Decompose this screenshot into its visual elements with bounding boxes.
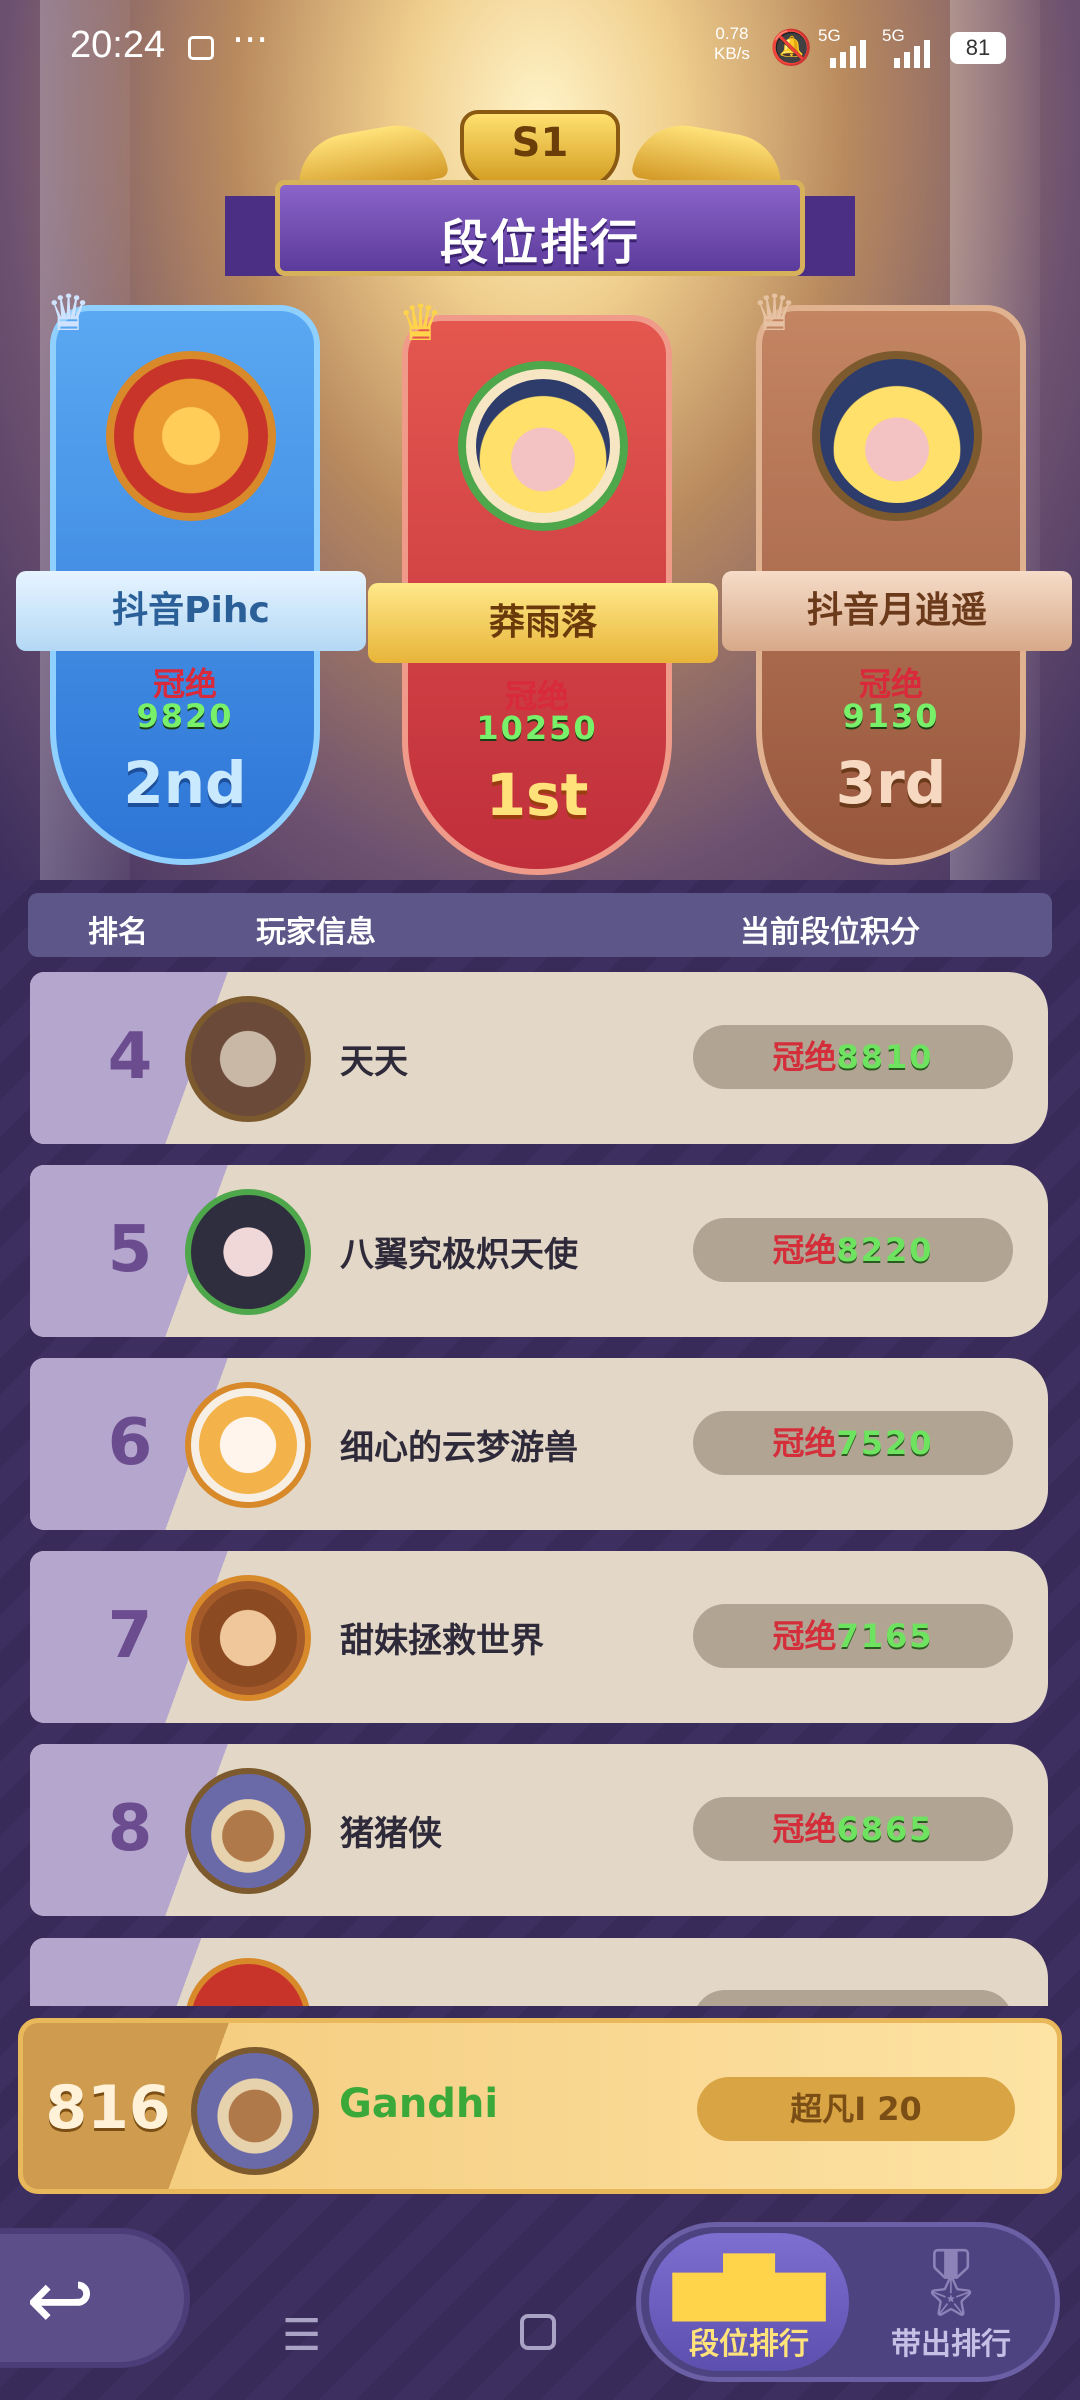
score-pill: 冠绝8220 xyxy=(693,1218,1013,1282)
player-name: 天天 xyxy=(340,1042,408,1082)
podium-first[interactable]: ♛ 莽雨落 冠绝 10250 1st xyxy=(368,298,718,875)
back-button[interactable]: ↩ xyxy=(0,2228,190,2368)
rank-number: 8 xyxy=(107,1792,153,1866)
table-row-partial[interactable] xyxy=(30,1938,1048,2006)
title-banner: S1 段位排行 xyxy=(215,100,865,300)
avatar xyxy=(458,361,628,531)
mute-icon: 🔕 xyxy=(770,28,813,68)
avatar xyxy=(185,996,311,1122)
table-row[interactable]: 8 猪猪侠 冠绝6865 xyxy=(30,1744,1048,1916)
score-value: 10250 xyxy=(476,709,598,747)
podium-third[interactable]: ♛ 抖音月逍遥 冠绝 9130 3rd xyxy=(722,288,1072,865)
avatar xyxy=(191,2047,319,2175)
tab-carry-out-rank[interactable]: 🎖 带出排行 xyxy=(851,2233,1051,2371)
tab-rank[interactable]: ▅▇▅ 段位排行 xyxy=(649,2233,849,2371)
podium-second[interactable]: ♛ 抖音Pihc 冠绝 9820 2nd xyxy=(16,288,366,865)
tier-label: 冠绝 xyxy=(772,1810,837,1848)
tab-label: 带出排行 xyxy=(891,2327,1011,2362)
score-value: 9820 xyxy=(136,697,234,735)
player-name: 猪猪侠 xyxy=(340,1814,442,1854)
rank-number: 6 xyxy=(107,1406,153,1480)
score-value: 8810 xyxy=(836,1038,934,1076)
table-row[interactable]: 7 甜妹拯救世界 冠绝7165 xyxy=(30,1551,1048,1723)
score-value: 9130 xyxy=(842,697,940,735)
avatar xyxy=(185,1768,311,1894)
place-label: 1st xyxy=(485,761,589,829)
signal-icon: 5G xyxy=(882,26,942,68)
score-pill: 冠绝7165 xyxy=(693,1604,1013,1668)
col-rank-header: 排名 xyxy=(88,915,148,950)
nav-menu-icon[interactable]: ☰ xyxy=(282,2310,321,2361)
player-name: 抖音Pihc xyxy=(16,571,366,651)
score-value: 7520 xyxy=(836,1424,934,1462)
tier-label: 冠绝 xyxy=(772,1424,837,1462)
score-pill: 冠绝6865 xyxy=(693,1797,1013,1861)
status-time: 20:24 xyxy=(70,24,166,66)
avatar xyxy=(812,351,982,521)
col-player-header: 玩家信息 xyxy=(256,915,376,950)
my-rank-number: 816 xyxy=(45,2073,171,2143)
score-value: 7165 xyxy=(836,1617,934,1655)
score-pill: 冠绝8810 xyxy=(693,1025,1013,1089)
net-speed-unit: KB/s xyxy=(714,44,750,63)
crown-bronze-icon: ♛ xyxy=(752,284,797,342)
back-arrow-icon: ↩ xyxy=(26,2253,95,2348)
avatar xyxy=(185,1189,311,1315)
player-name: 八翼究极炽天使 xyxy=(340,1235,578,1275)
my-player-name: Gandhi xyxy=(339,2081,499,2127)
avatar xyxy=(185,1575,311,1701)
rank-number: 7 xyxy=(107,1599,153,1673)
score-value: 8220 xyxy=(836,1231,934,1269)
player-name: 抖音月逍遥 xyxy=(722,571,1072,651)
medal-icon: 🎖 xyxy=(909,2244,993,2321)
crown-gold-icon: ♛ xyxy=(398,294,443,352)
title-ribbon: 段位排行 xyxy=(275,180,805,276)
player-name: 莽雨落 xyxy=(368,583,718,663)
rank-number: 5 xyxy=(107,1213,153,1287)
tier-label: 冠绝 xyxy=(772,1231,837,1269)
nav-home-icon[interactable] xyxy=(520,2314,556,2350)
tab-bar: ▅▇▅ 段位排行 🎖 带出排行 xyxy=(636,2222,1060,2382)
my-rank-row[interactable]: 816 Gandhi 超凡I 20 xyxy=(18,2018,1062,2194)
score-pill xyxy=(693,1990,1013,2006)
table-header: 排名 玩家信息 当前段位积分 xyxy=(28,893,1052,957)
player-name: 甜妹拯救世界 xyxy=(340,1621,544,1661)
my-score-pill: 超凡I 20 xyxy=(697,2077,1015,2141)
score-pill: 冠绝7520 xyxy=(693,1411,1013,1475)
signal-icon: 5G xyxy=(818,26,878,68)
table-row[interactable]: 5 八翼究极炽天使 冠绝8220 xyxy=(30,1165,1048,1337)
net-speed-value: 0.78 xyxy=(715,24,749,43)
more-dots-icon: ··· xyxy=(232,18,269,62)
battery-icon: 81 xyxy=(950,32,1006,64)
season-label: S1 xyxy=(511,120,569,166)
table-row[interactable]: 4 天天 冠绝8810 xyxy=(30,972,1048,1144)
place-label: 3rd xyxy=(835,749,947,817)
table-row[interactable]: 6 细心的云梦游兽 冠绝7520 xyxy=(30,1358,1048,1530)
rank-number: 4 xyxy=(107,1020,153,1094)
crown-silver-icon: ♛ xyxy=(46,284,91,342)
podium-icon: ▅▇▅ xyxy=(672,2244,826,2321)
place-label: 2nd xyxy=(123,749,247,817)
player-name: 细心的云梦游兽 xyxy=(340,1428,578,1468)
page-title: 段位排行 xyxy=(439,215,640,271)
tier-label: 冠绝 xyxy=(772,1038,837,1076)
tab-label: 段位排行 xyxy=(689,2327,809,2362)
net-speed: 0.78 KB/s xyxy=(714,24,750,64)
avatar xyxy=(106,351,276,521)
avatar xyxy=(185,1382,311,1508)
season-badge: S1 xyxy=(460,110,620,190)
notification-icon xyxy=(188,36,214,60)
col-score-header: 当前段位积分 xyxy=(740,915,920,950)
score-value: 6865 xyxy=(836,1810,934,1848)
status-bar: 20:24 ··· 0.78 KB/s 🔕 5G 5G 81 xyxy=(0,0,1080,96)
tier-label: 冠绝 xyxy=(772,1617,837,1655)
